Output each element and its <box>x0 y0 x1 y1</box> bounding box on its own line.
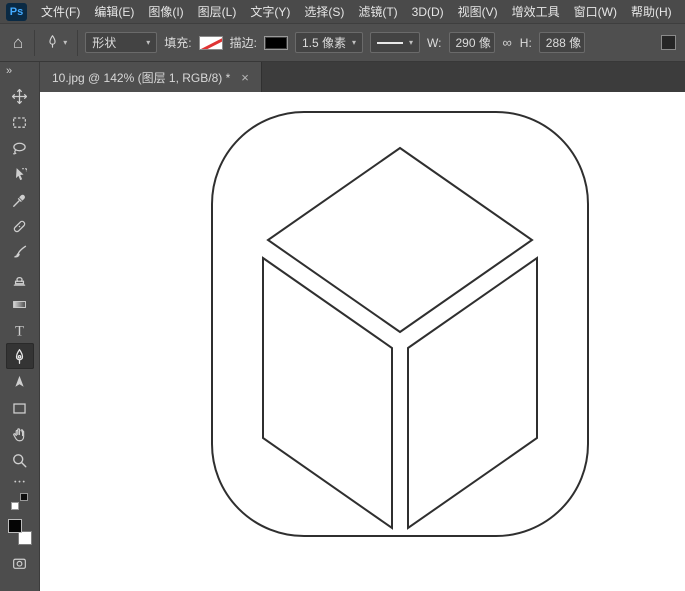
chevron-down-icon: ▾ <box>146 39 150 47</box>
color-picker-widget[interactable] <box>8 519 32 545</box>
options-bar: ⌂ ▾ 形状 ▾ 填充: 描边: 1.5 像素 ▾ ▾ <box>0 24 685 62</box>
stroke-swatch-black[interactable] <box>264 36 288 50</box>
height-label: H: <box>520 36 532 50</box>
object-selection-tool[interactable] <box>6 161 34 187</box>
svg-text:T: T <box>15 323 24 339</box>
ellipsis-icon <box>12 474 27 489</box>
edit-toolbar-button[interactable] <box>6 473 34 489</box>
type-tool[interactable]: T <box>6 317 34 343</box>
stroke-width-field[interactable]: 1.5 像素 ▾ <box>295 32 363 53</box>
healing-brush-tool[interactable] <box>6 213 34 239</box>
document-tab[interactable]: 10.jpg @ 142% (图层 1, RGB/8) * × <box>40 62 262 92</box>
path-selection-tool[interactable] <box>6 369 34 395</box>
menu-filter[interactable]: 滤镜(T) <box>351 0 404 24</box>
tool-preset-picker[interactable]: ▾ <box>42 32 70 54</box>
menu-edit[interactable]: 编辑(E) <box>87 0 141 24</box>
eyedropper-tool[interactable] <box>6 187 34 213</box>
quick-mask-icon <box>11 555 28 572</box>
menu-window[interactable]: 窗口(W) <box>567 0 624 24</box>
cube-artwork <box>40 92 684 591</box>
photoshop-logo: Ps <box>6 3 27 21</box>
menu-plugins[interactable]: 增效工具 <box>505 0 567 24</box>
menu-help[interactable]: 帮助(H) <box>624 0 679 24</box>
chevron-down-icon: ▾ <box>63 39 67 47</box>
pen-tool[interactable] <box>6 343 34 369</box>
lasso-tool[interactable] <box>6 135 34 161</box>
background-color-swatch[interactable] <box>18 531 32 545</box>
default-and-swap-colors[interactable] <box>10 493 30 511</box>
fill-swatch-none[interactable] <box>199 36 223 50</box>
clone-stamp-icon <box>11 270 28 287</box>
gradient-icon <box>11 296 28 313</box>
move-icon <box>11 88 28 105</box>
menu-view[interactable]: 视图(V) <box>451 0 505 24</box>
width-input[interactable]: 290 像 <box>449 32 495 53</box>
brush-icon <box>11 244 28 261</box>
menu-file[interactable]: 文件(F) <box>34 0 87 24</box>
fill-label: 填充: <box>164 34 191 51</box>
menu-3d[interactable]: 3D(D) <box>405 0 451 24</box>
object-selection-icon <box>11 166 28 183</box>
divider <box>34 30 35 56</box>
width-value: 290 像 <box>456 34 491 51</box>
tool-mode-select[interactable]: 形状 ▾ <box>85 32 157 53</box>
zoom-icon <box>11 452 28 469</box>
mini-foreground-swatch <box>20 493 28 501</box>
stroke-width-value: 1.5 像素 <box>302 34 346 51</box>
zoom-tool[interactable] <box>6 447 34 473</box>
close-icon[interactable]: × <box>241 71 249 84</box>
lasso-icon <box>11 140 28 157</box>
width-label: W: <box>427 36 441 50</box>
rectangle-icon <box>11 400 28 417</box>
marquee-icon <box>11 114 28 131</box>
chevron-down-icon: ▾ <box>409 39 413 47</box>
canvas[interactable] <box>40 92 685 591</box>
document-area: 10.jpg @ 142% (图层 1, RGB/8) * × <box>40 62 685 591</box>
divider <box>77 30 78 56</box>
chevron-down-icon: ▾ <box>352 39 356 47</box>
menu-type[interactable]: 文字(Y) <box>243 0 297 24</box>
path-selection-icon <box>11 374 28 391</box>
pen-tool-icon <box>45 34 60 52</box>
tab-bar: 10.jpg @ 142% (图层 1, RGB/8) * × <box>40 62 685 92</box>
solid-line-icon <box>377 42 403 44</box>
menu-bar: Ps 文件(F) 编辑(E) 图像(I) 图层(L) 文字(Y) 选择(S) 滤… <box>0 0 685 24</box>
move-tool[interactable] <box>6 83 34 109</box>
eyedropper-icon <box>11 192 28 209</box>
workspace: » <box>0 62 685 591</box>
rectangle-tool[interactable] <box>6 395 34 421</box>
healing-brush-icon <box>11 218 28 235</box>
stroke-label: 描边: <box>230 34 257 51</box>
brush-tool[interactable] <box>6 239 34 265</box>
home-icon[interactable]: ⌂ <box>9 34 27 51</box>
hand-tool[interactable] <box>6 421 34 447</box>
tools-column: T <box>6 83 34 577</box>
document-tab-title: 10.jpg @ 142% (图层 1, RGB/8) * <box>52 69 230 86</box>
gradient-tool[interactable] <box>6 291 34 317</box>
tool-mode-value: 形状 <box>92 34 116 51</box>
mini-background-swatch <box>11 502 19 510</box>
height-input[interactable]: 288 像 <box>539 32 585 53</box>
type-icon: T <box>11 322 28 339</box>
link-dimensions-icon[interactable]: ∞ <box>502 35 513 50</box>
pen-icon <box>11 348 28 365</box>
menu-image[interactable]: 图像(I) <box>141 0 190 24</box>
hand-icon <box>11 426 28 443</box>
rectangular-marquee-tool[interactable] <box>6 109 34 135</box>
collapse-panel-icon[interactable]: » <box>0 62 18 77</box>
foreground-color-swatch[interactable] <box>8 519 22 533</box>
tool-rail: » <box>0 62 40 591</box>
height-value: 288 像 <box>546 34 581 51</box>
menu-select[interactable]: 选择(S) <box>297 0 351 24</box>
quick-mask-button[interactable] <box>11 555 28 577</box>
menu-layer[interactable]: 图层(L) <box>191 0 244 24</box>
photoshop-window: Ps 文件(F) 编辑(E) 图像(I) 图层(L) 文字(Y) 选择(S) 滤… <box>0 0 685 591</box>
stroke-style-select[interactable]: ▾ <box>370 32 420 53</box>
clone-stamp-tool[interactable] <box>6 265 34 291</box>
path-operations-icon[interactable] <box>661 35 676 50</box>
